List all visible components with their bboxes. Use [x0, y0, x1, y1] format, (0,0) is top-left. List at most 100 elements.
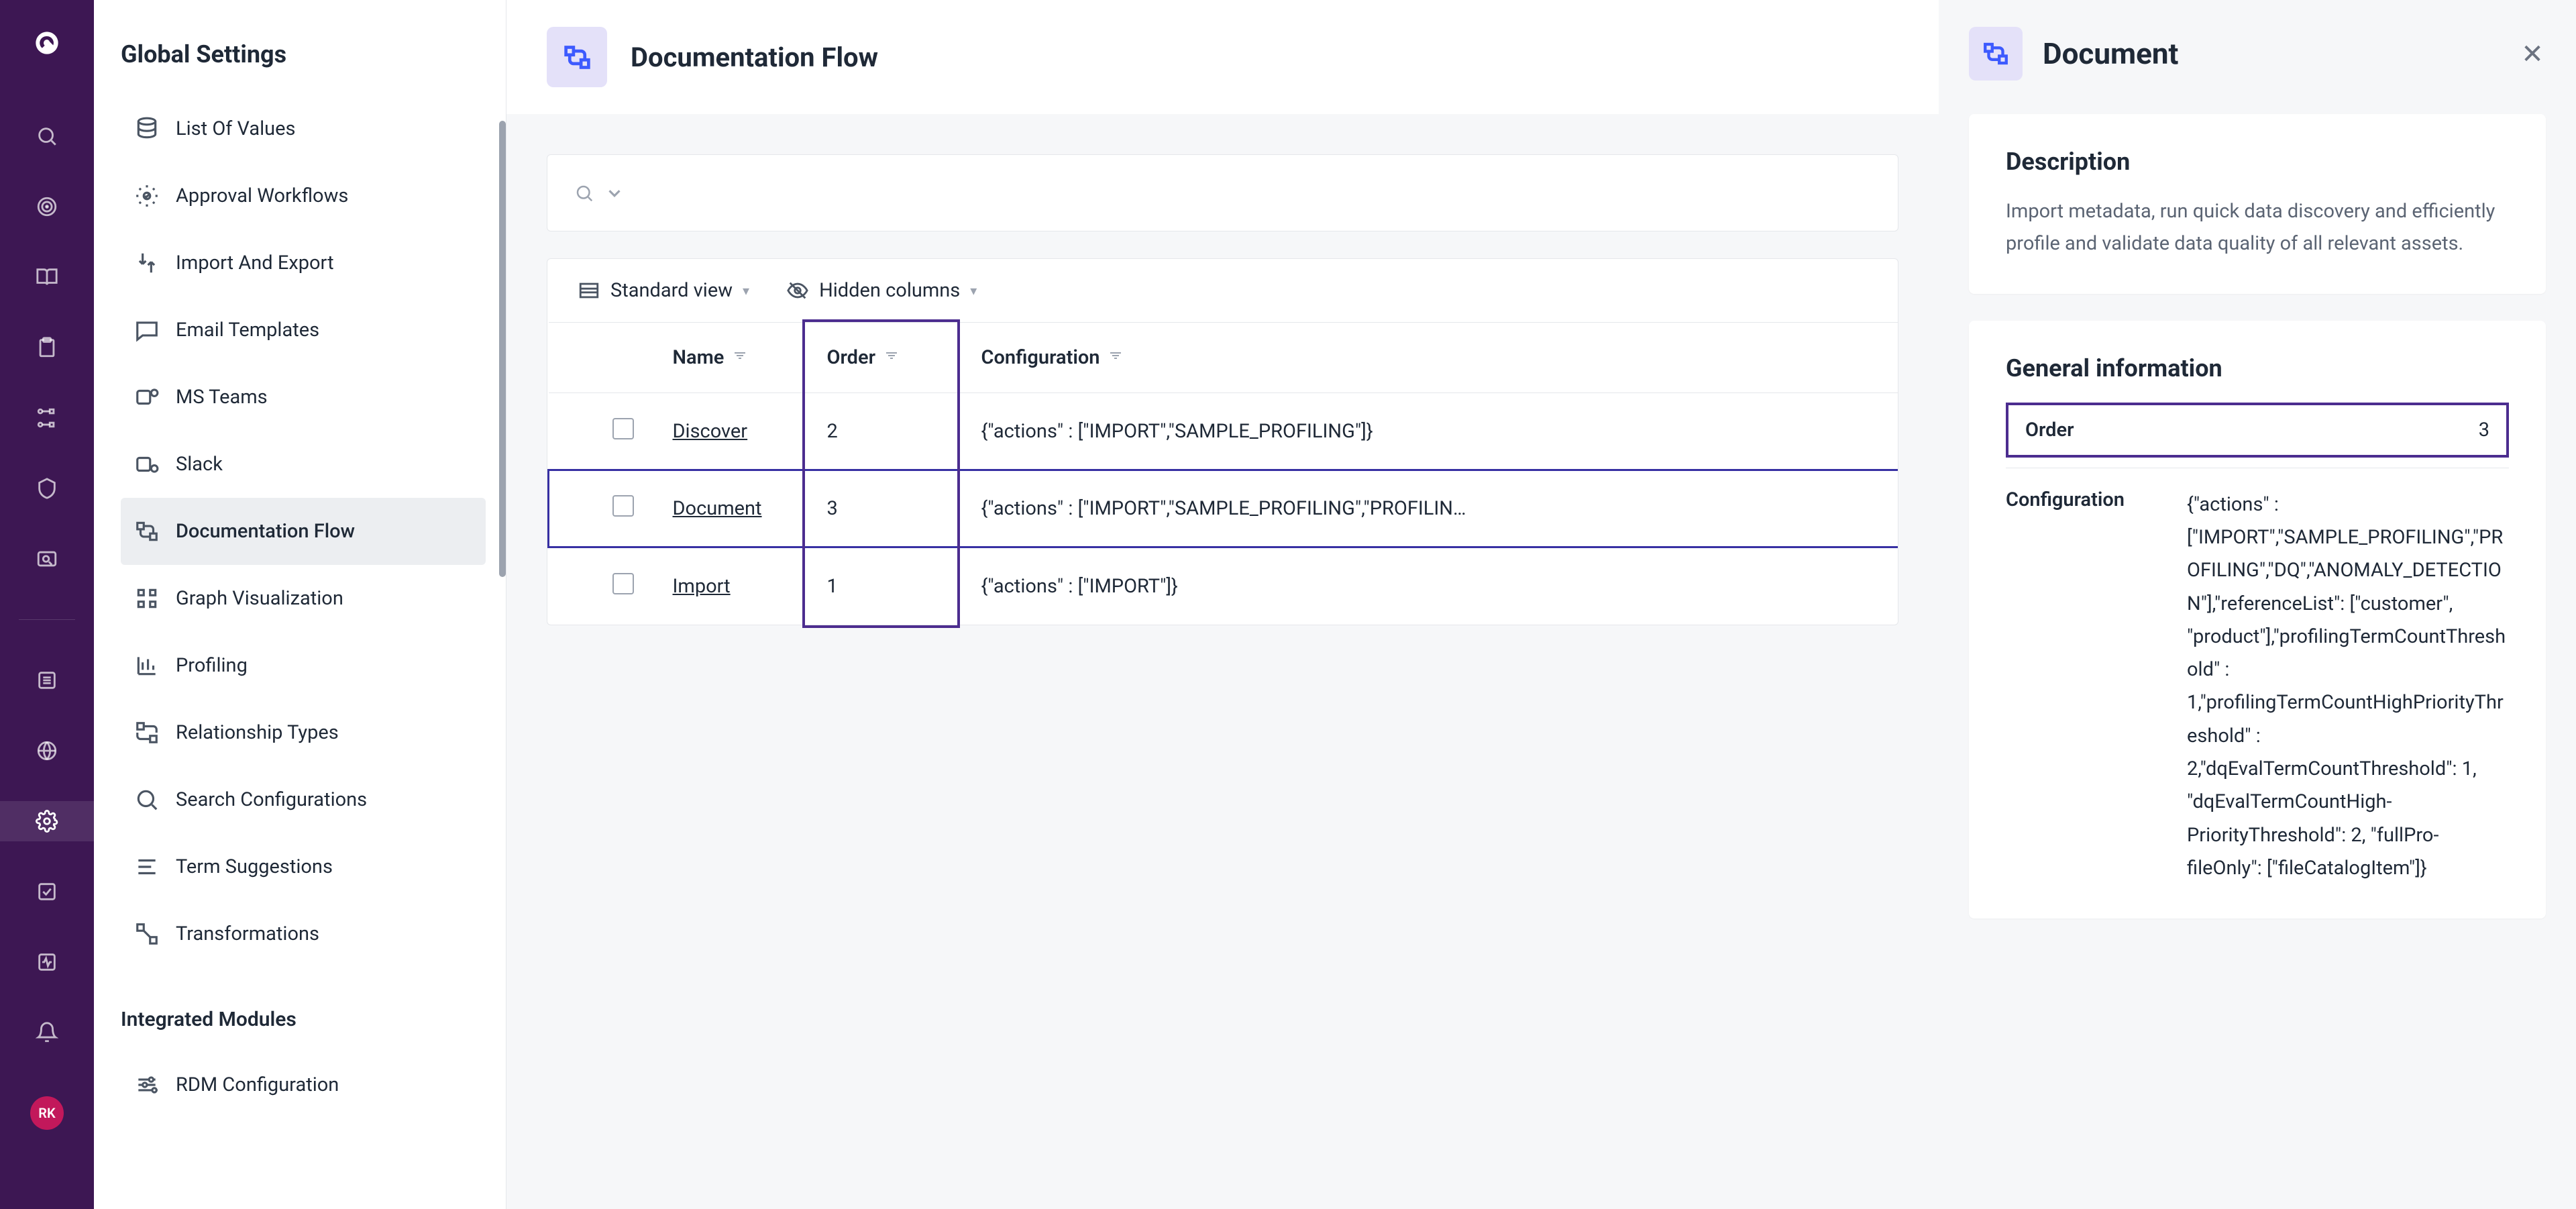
hidden-columns-toggle[interactable]: Hidden columns ▾	[786, 279, 977, 302]
nav-book-icon[interactable]	[0, 257, 94, 297]
sidebar-item-term-suggestions[interactable]: Term Suggestions	[121, 833, 486, 900]
sidebar-item-label: Relationship Types	[176, 721, 339, 744]
sidebar-item-rdm-configuration[interactable]: RDM Configuration	[121, 1051, 486, 1118]
table-row[interactable]: Import 1 {"actions" : ["IMPORT"]}	[549, 547, 1898, 625]
chat-icon	[134, 317, 160, 343]
nav-shield-icon[interactable]	[0, 468, 94, 509]
row-order: 1	[810, 547, 965, 625]
general-info-card: General information Order 3 Configuratio…	[1969, 321, 2546, 919]
sidebar-item-documentation-flow[interactable]: Documentation Flow	[121, 498, 486, 565]
configuration-value: {"actions" : ["IMPORT","SAMPLE_PROFILING…	[2187, 488, 2509, 886]
search-icon	[134, 787, 160, 812]
sidebar-item-label: Email Templates	[176, 319, 319, 341]
page-title: Documentation Flow	[631, 42, 878, 73]
general-info-heading: General information	[2006, 354, 2509, 382]
list-icon	[134, 854, 160, 880]
order-label: Order	[2025, 419, 2074, 441]
relationship-icon	[134, 720, 160, 745]
column-header-name[interactable]: Name	[656, 323, 810, 393]
row-order: 2	[810, 393, 965, 470]
row-order: 3	[810, 470, 965, 547]
sort-icon	[1108, 346, 1124, 369]
sidebar-item-profiling[interactable]: Profiling	[121, 632, 486, 699]
chevron-down-icon[interactable]	[604, 183, 625, 203]
column-header-configuration[interactable]: Configuration	[965, 323, 1898, 393]
nav-search-icon[interactable]	[0, 116, 94, 156]
row-checkbox[interactable]	[612, 495, 634, 517]
nav-globe-icon[interactable]	[0, 731, 94, 771]
nav-check-icon[interactable]	[0, 872, 94, 912]
import-export-icon	[134, 250, 160, 276]
standard-view-toggle[interactable]: Standard view ▾	[578, 279, 749, 302]
sidebar-item-label: MS Teams	[176, 386, 268, 409]
close-button[interactable]: ✕	[2519, 38, 2546, 70]
row-name-link[interactable]: Document	[673, 497, 762, 520]
page-header: Documentation Flow	[506, 0, 1939, 114]
flow-icon	[134, 519, 160, 544]
sidebar-item-approval-workflows[interactable]: Approval Workflows	[121, 162, 486, 229]
sliders-icon	[134, 1072, 160, 1098]
row-name-link[interactable]: Import	[673, 575, 731, 598]
app-logo[interactable]	[31, 27, 63, 59]
sidebar-item-label: Transformations	[176, 923, 319, 945]
order-value: 3	[2479, 419, 2489, 441]
detail-title: Document	[2043, 36, 2499, 71]
transform-icon	[134, 921, 160, 947]
sort-icon	[883, 346, 900, 369]
nav-lineage-icon[interactable]	[0, 398, 94, 438]
configuration-field: Configuration {"actions" : ["IMPORT","SA…	[2006, 468, 2509, 886]
table-row[interactable]: Discover 2 {"actions" : ["IMPORT","SAMPL…	[549, 393, 1898, 470]
flow-icon	[1969, 27, 2023, 81]
sidebar-item-graph-visualization[interactable]: Graph Visualization	[121, 565, 486, 632]
nav-activity-icon[interactable]	[0, 942, 94, 982]
hidden-columns-label: Hidden columns	[819, 279, 960, 302]
sidebar-item-slack[interactable]: Slack	[121, 431, 486, 498]
user-avatar[interactable]: RK	[30, 1096, 64, 1130]
sidebar-item-label: Term Suggestions	[176, 855, 333, 878]
settings-sidebar: Global Settings List Of Values Approval …	[94, 0, 506, 1209]
nav-settings-icon[interactable]	[0, 801, 94, 841]
sidebar-title: Global Settings	[121, 40, 506, 68]
row-checkbox[interactable]	[612, 573, 634, 594]
table-header-row: Name Order Configuration	[549, 323, 1898, 393]
sidebar-item-email-templates[interactable]: Email Templates	[121, 297, 486, 364]
sidebar-item-label: Profiling	[176, 654, 248, 677]
column-header-order[interactable]: Order	[810, 323, 965, 393]
search-icon	[574, 183, 594, 203]
eye-off-icon	[786, 279, 809, 302]
configuration-label: Configuration	[2006, 488, 2167, 886]
nav-clipboard-icon[interactable]	[0, 327, 94, 368]
row-config: {"actions" : ["IMPORT","SAMPLE_PROFILING…	[965, 470, 1898, 547]
sidebar-section-integrated-modules: Integrated Modules	[121, 1008, 506, 1031]
data-table: Name Order Configuration Discover 2 {"ac…	[547, 322, 1898, 625]
main-area: Documentation Flow Standard view ▾ Hidde…	[506, 0, 2576, 1209]
row-checkbox[interactable]	[612, 418, 634, 439]
sidebar-item-import-export[interactable]: Import And Export	[121, 229, 486, 297]
sidebar-item-relationship-types[interactable]: Relationship Types	[121, 699, 486, 766]
search-bar[interactable]	[547, 154, 1898, 231]
sidebar-scrollbar[interactable]	[499, 121, 506, 577]
sidebar-item-list-of-values[interactable]: List Of Values	[121, 95, 486, 162]
table-row[interactable]: Document 3 {"actions" : ["IMPORT","SAMPL…	[549, 470, 1898, 547]
row-name-link[interactable]: Discover	[673, 420, 748, 443]
graph-icon	[134, 586, 160, 611]
nav-target-icon[interactable]	[0, 187, 94, 227]
flow-icon	[547, 27, 607, 87]
nav-inspect-icon[interactable]	[0, 539, 94, 579]
sidebar-item-search-configurations[interactable]: Search Configurations	[121, 766, 486, 833]
row-config: {"actions" : ["IMPORT","SAMPLE_PROFILING…	[965, 393, 1898, 470]
table-card: Standard view ▾ Hidden columns ▾	[547, 258, 1898, 625]
main-content: Documentation Flow Standard view ▾ Hidde…	[506, 0, 1939, 1209]
nav-bell-icon[interactable]	[0, 1012, 94, 1053]
nav-list-icon[interactable]	[0, 660, 94, 700]
sidebar-item-label: Slack	[176, 453, 223, 476]
nav-rail: RK	[0, 0, 94, 1209]
sidebar-item-ms-teams[interactable]: MS Teams	[121, 364, 486, 431]
description-card: Description Import metadata, run quick d…	[1969, 114, 2546, 294]
sidebar-item-label: Documentation Flow	[176, 520, 355, 543]
sidebar-item-transformations[interactable]: Transformations	[121, 900, 486, 967]
teams-icon	[134, 384, 160, 410]
order-field[interactable]: Order 3	[2006, 403, 2509, 458]
table-icon	[578, 279, 600, 302]
view-controls: Standard view ▾ Hidden columns ▾	[547, 259, 1898, 322]
